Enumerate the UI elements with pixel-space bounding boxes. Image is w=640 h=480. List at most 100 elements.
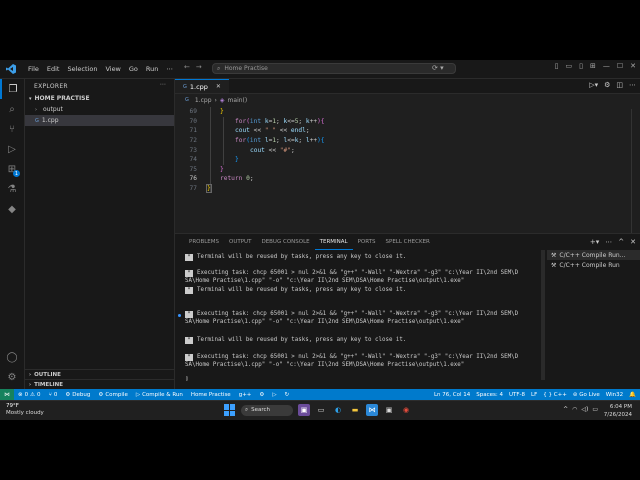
workspace-folder[interactable]: ▾ HOME PRACTISE [25, 93, 174, 104]
layout-sidebar-icon[interactable]: ▯ [555, 62, 559, 70]
taskbar-search[interactable]: ⌕ Search [241, 404, 293, 416]
command-center-text: Home Practise [224, 65, 268, 72]
widgets-icon[interactable]: ▭ [315, 404, 327, 416]
more-actions-icon[interactable]: ⋯ [629, 81, 636, 89]
menu-go[interactable]: Go [125, 65, 142, 73]
code-text: } [235, 156, 239, 164]
end-of-line[interactable]: LF [531, 392, 537, 398]
weather-widget[interactable]: 79°F Mostly cloudy [6, 403, 44, 417]
taskbar-clock[interactable]: 6:04 PM 7/26/2024 [604, 403, 632, 419]
layout-panel-icon[interactable]: ▭ [565, 62, 572, 70]
breadcrumb-symbol[interactable]: main() [228, 97, 248, 104]
start-menu-icon[interactable] [224, 404, 236, 416]
explorer-icon[interactable]: ❐ [0, 79, 24, 99]
terminal-list-item[interactable]: ⚒ C/C++ Compile Run [547, 260, 640, 270]
line-number: 75 [189, 165, 197, 173]
terminal-list-item[interactable]: ⚒ C/C++ Compile Run... [547, 250, 640, 260]
more-actions-icon[interactable]: ⋯ [605, 238, 612, 246]
outline-section[interactable]: › OUTLINE [25, 369, 174, 379]
minimize-icon[interactable]: — [603, 62, 610, 70]
tab-ports[interactable]: PORTS [353, 234, 381, 250]
battery-icon[interactable]: ▭ [592, 406, 598, 413]
menu-run[interactable]: Run [142, 65, 162, 73]
command-center-search[interactable]: ⌕ Home Practise [212, 63, 456, 74]
panel-tabs: PROBLEMS OUTPUT DEBUG CONSOLE TERMINAL P… [175, 234, 640, 250]
wifi-icon[interactable]: ◠ [572, 406, 577, 413]
close-tab-icon[interactable]: ✕ [216, 83, 221, 90]
indentation[interactable]: Spaces: 4 [476, 392, 503, 398]
folder-status[interactable]: Home Practise [187, 392, 235, 398]
compile-run-status[interactable]: ▷ Compile & Run [132, 392, 187, 398]
tab-output[interactable]: OUTPUT [224, 234, 256, 250]
terminal-output[interactable]: * Terminal will be reused by tasks, press… [175, 250, 543, 390]
chevron-up-icon[interactable]: ^ [563, 406, 568, 413]
extensions-badge: 1 [13, 170, 20, 177]
menu-edit[interactable]: Edit [43, 65, 64, 73]
tab-problems[interactable]: PROBLEMS [184, 234, 224, 250]
explorer-more-icon[interactable]: ⋯ [160, 81, 166, 88]
run-file-icon[interactable]: ▷▾ [589, 81, 598, 89]
refresh-icon[interactable]: ↻ [281, 392, 294, 398]
layout-secondary-icon[interactable]: ▯ [579, 62, 583, 70]
copilot-icon[interactable]: ⟳ ▾ [432, 64, 444, 72]
tab-1cpp[interactable]: G 1.cpp ✕ [175, 79, 229, 93]
terminal-scrollbar[interactable] [541, 250, 545, 380]
tab-terminal[interactable]: TERMINAL [314, 234, 353, 250]
more-menu-icon[interactable]: ⋯ [162, 65, 177, 73]
command-decoration-icon[interactable] [178, 314, 181, 317]
new-terminal-icon[interactable]: +▾ [590, 238, 599, 246]
forward-arrow-icon[interactable]: → [196, 63, 202, 71]
notifications-bell-icon[interactable]: 🔔 [629, 392, 636, 398]
close-panel-icon[interactable]: ✕ [630, 238, 636, 246]
code-line: 73 cout << "#"; [175, 145, 640, 155]
split-editor-icon[interactable]: ◫ [616, 81, 623, 89]
vscode-logo-icon[interactable] [4, 63, 18, 75]
language-mode[interactable]: { } C++ [543, 392, 567, 398]
tree-item-output[interactable]: › output [25, 104, 174, 115]
close-window-icon[interactable]: ✕ [630, 62, 636, 70]
debug-status[interactable]: ⚙ Debug [61, 392, 94, 398]
ports-status[interactable]: ⑂ 0 [45, 392, 62, 398]
file-explorer-icon[interactable]: ▬ [349, 404, 361, 416]
settings-gear-icon[interactable]: ⚙ [0, 367, 24, 387]
platform[interactable]: Win32 [606, 392, 623, 398]
maximize-panel-icon[interactable]: ^ [618, 238, 624, 246]
tree-item-1cpp[interactable]: G 1.cpp [25, 115, 174, 126]
compile-status[interactable]: ⚙ Compile [94, 392, 131, 398]
cursor-position[interactable]: Ln 76, Col 14 [434, 392, 470, 398]
tab-debug-console[interactable]: DEBUG CONSOLE [256, 234, 314, 250]
maximize-icon[interactable]: ☐ [617, 62, 623, 70]
edge-browser-icon[interactable]: ◐ [332, 404, 344, 416]
menu-view[interactable]: View [101, 65, 124, 73]
python-icon[interactable]: ◆ [0, 199, 24, 219]
menu-file[interactable]: File [24, 65, 43, 73]
terminal-list: ⚒ C/C++ Compile Run... ⚒ C/C++ Compile Run [547, 250, 640, 270]
problems-status[interactable]: ⊗ 0 ⚠ 0 [14, 392, 45, 398]
search-view-icon[interactable]: ⌕ [0, 99, 24, 119]
customize-layout-icon[interactable]: ⊞ [590, 62, 596, 70]
remote-window-icon[interactable]: ⋈ [0, 389, 14, 400]
testing-icon[interactable]: ⚗ [0, 179, 24, 199]
build-icon[interactable]: ⚙ [255, 392, 268, 398]
breadcrumb-file[interactable]: 1.cpp [195, 97, 212, 104]
chrome-browser-icon[interactable]: ◉ [400, 404, 412, 416]
account-icon[interactable]: ◯ [0, 347, 24, 367]
run-debug-icon[interactable]: ▷ [0, 139, 24, 159]
code-view[interactable]: 69 } 70 for(int k=1; k<=5; k++){ 71 cout… [175, 107, 640, 194]
extensions-icon[interactable]: ⊞ 1 [0, 159, 24, 179]
explorer-sidebar: EXPLORER ⋯ ▾ HOME PRACTISE › output G 1.… [25, 79, 175, 389]
timeline-section[interactable]: › TIMELINE [25, 379, 174, 389]
volume-icon[interactable]: ◁) [581, 406, 588, 413]
vscode-taskbar-icon[interactable]: ⋈ [366, 404, 378, 416]
settings-gear-icon[interactable]: ⚙ [604, 81, 610, 89]
compiler-status[interactable]: g++ [235, 392, 256, 398]
run-icon[interactable]: ▷ [268, 392, 280, 398]
go-live-button[interactable]: ⊚ Go Live [573, 392, 600, 398]
task-view-icon[interactable]: ▣ [298, 404, 310, 416]
terminal-app-icon[interactable]: ▣ [383, 404, 395, 416]
back-arrow-icon[interactable]: ← [184, 63, 190, 71]
encoding[interactable]: UTF-8 [509, 392, 525, 398]
menu-selection[interactable]: Selection [63, 65, 101, 73]
tab-spell-checker[interactable]: SPELL CHECKER [381, 234, 435, 250]
source-control-icon[interactable]: ⑂ [0, 119, 24, 139]
